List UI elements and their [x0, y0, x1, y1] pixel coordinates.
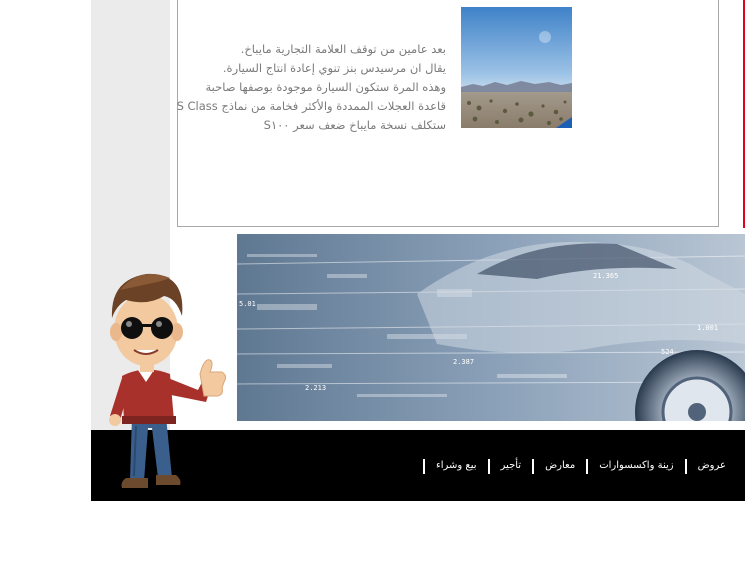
nav-item-buy-sell[interactable]: بيع وشراء [425, 457, 488, 475]
nav-separator [423, 458, 426, 474]
desert-landscape-image [461, 7, 572, 128]
nav-item-offers[interactable]: عروض [687, 457, 737, 475]
mascot-illustration [109, 273, 227, 488]
nav-separator [487, 458, 490, 474]
article-text: بعد عامين من توقف العلامة التجارية مايبا… [176, 40, 446, 135]
hud-label: 2.213 [305, 384, 326, 392]
hud-label: 5.01 [239, 300, 256, 308]
car-banner[interactable]: 21.365 2.387 2.213 5.01 524 1.001 [237, 234, 745, 421]
article-line: بعد عامين من توقف العلامة التجارية مايبا… [240, 42, 446, 56]
article-line: يقال ان مرسيدس بنز تنوي إعادة انتاج السي… [222, 61, 446, 75]
desert-road-thumbnail[interactable] [461, 7, 572, 128]
hud-label: 21.365 [593, 272, 618, 280]
hud-label: 1.001 [697, 324, 718, 332]
nav-item-showrooms[interactable]: معارض [534, 457, 586, 475]
nav-menu: بيع وشراء تأجير معارض زينة واكسسوارات عر… [423, 457, 737, 475]
hud-label: 524 [661, 348, 674, 356]
article-line: وهذه المرة ستكون السيارة موجودة بوصفها ص… [205, 80, 446, 94]
car-artwork: 21.365 2.387 2.213 5.01 524 1.001 [237, 234, 745, 421]
nav-separator [684, 458, 687, 474]
nav-separator [586, 458, 589, 474]
hud-label: 2.387 [453, 358, 474, 366]
nav-separator [532, 458, 535, 474]
nav-item-accessories[interactable]: زينة واكسسوارات [588, 457, 684, 475]
article-line: قاعدة العجلات الممددة والأكثر فخامة من ن… [176, 99, 446, 113]
nav-item-rent[interactable]: تأجير [490, 457, 533, 475]
article-line: ستكلف نسخة مايباخ ضعف سعر S۱۰۰ [263, 118, 446, 132]
cartoon-mascot [100, 266, 235, 494]
